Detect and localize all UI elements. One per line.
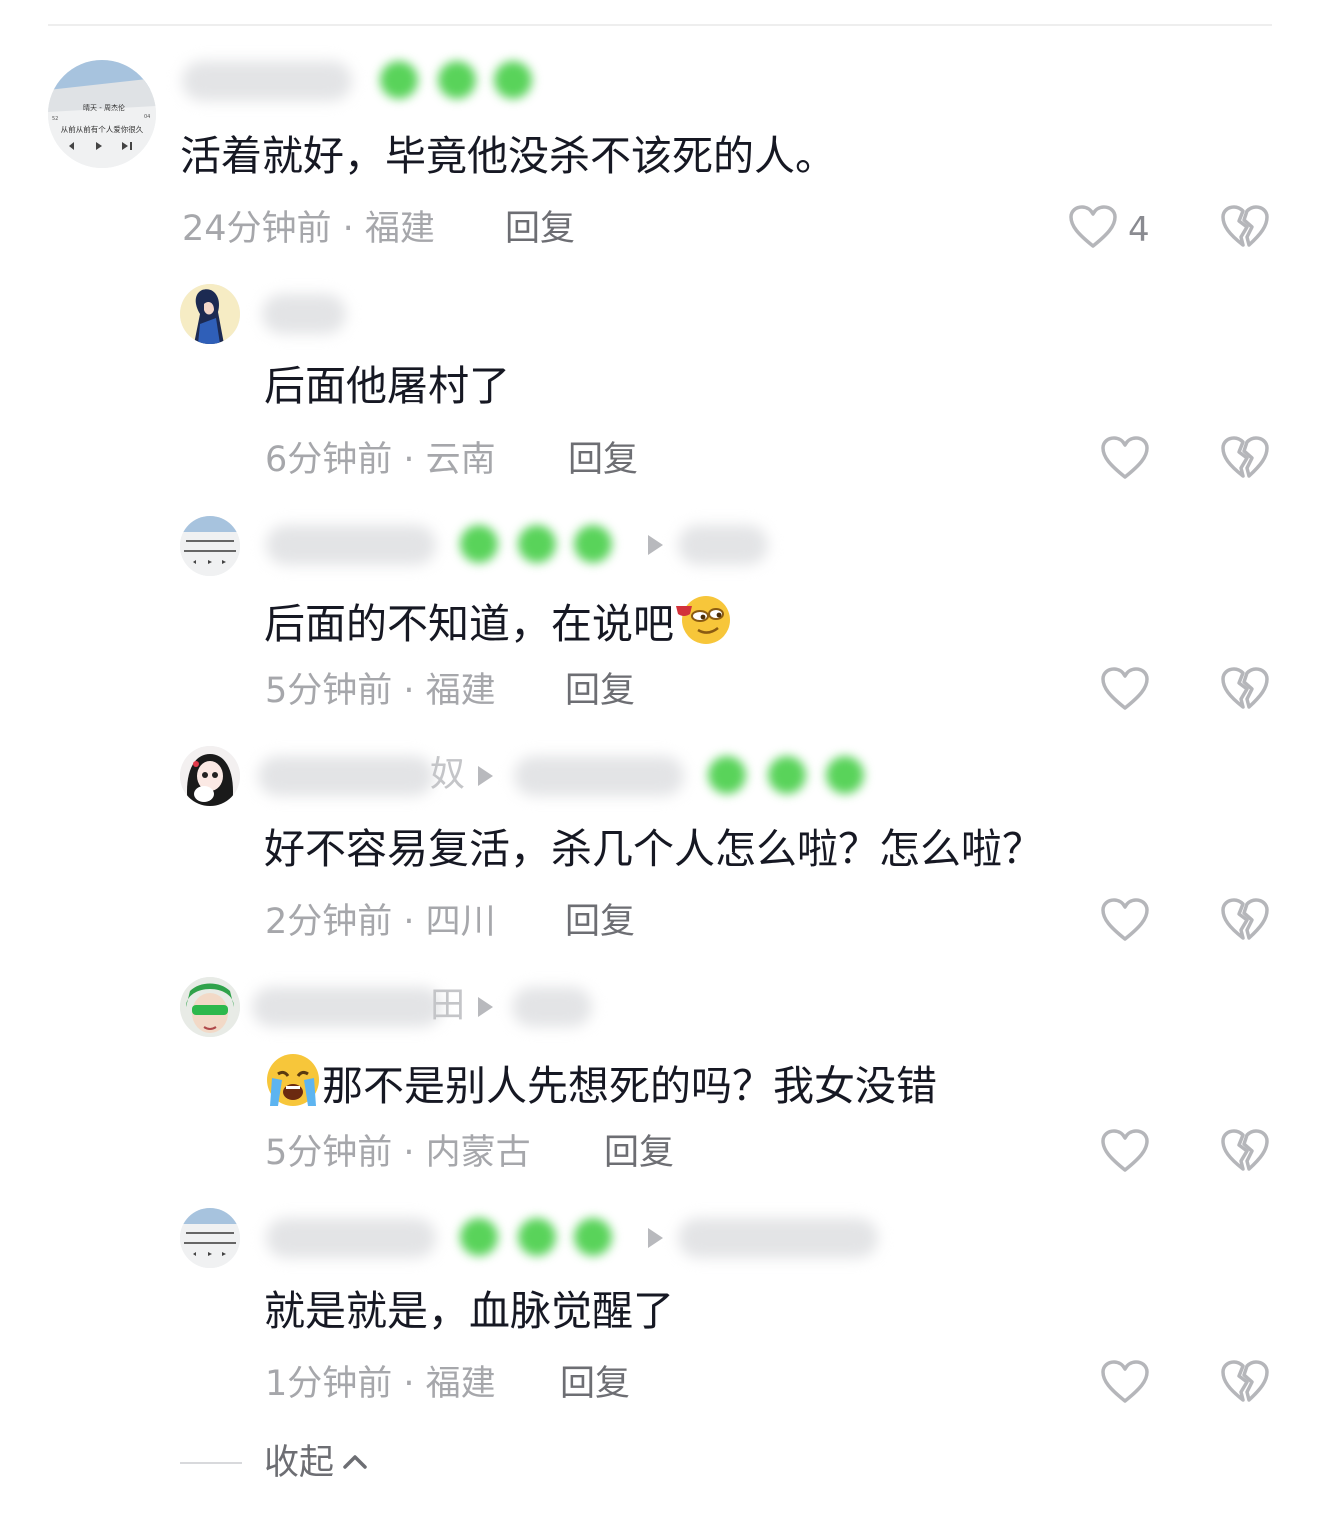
heart-outline-icon (1069, 205, 1117, 248)
like-button[interactable] (1100, 666, 1150, 712)
svg-text:04: 04 (144, 114, 150, 120)
reply-to-username-blurred (512, 987, 592, 1027)
username-visible-suffix: 田 (430, 986, 466, 1026)
like-button[interactable] (1100, 435, 1150, 481)
comment-time-location: 5分钟前 · 福建 (265, 671, 496, 711)
like-button[interactable] (1100, 897, 1150, 943)
username-row[interactable] (252, 1212, 892, 1262)
smirk-wine-emoji-icon (676, 596, 730, 644)
collapse-label: 收起 (264, 1443, 335, 1483)
comment-time-location: 2分钟前 · 四川 (265, 902, 496, 942)
avatar[interactable]: 晴天 - 周杰伦 从前从前有个人爱你很久 52 04 (48, 60, 156, 168)
heart-outline-icon (1101, 1360, 1149, 1403)
broken-heart-icon (1221, 436, 1269, 478)
reply-button[interactable]: 回复 (560, 1361, 630, 1407)
username-row[interactable] (170, 55, 570, 105)
comment-text-body: 后面的不知道，在说吧 (264, 600, 674, 648)
username-blurred (266, 525, 436, 565)
reply-to-username-blurred (678, 525, 768, 565)
avatar[interactable] (180, 746, 240, 806)
username-row[interactable] (252, 288, 372, 338)
comment-text: 那不是别人先想死的吗？我女没错 (264, 1052, 937, 1114)
reply-to-arrow-icon (648, 1228, 663, 1248)
username-blurred (262, 294, 346, 334)
avatar[interactable] (180, 284, 240, 344)
heart-outline-icon (1101, 667, 1149, 710)
username-visible-suffix: 奴 (430, 755, 466, 795)
comment-text: 就是就是，血脉觉醒了 (264, 1287, 674, 1335)
reply-to-arrow-icon (648, 535, 663, 555)
comment-text: 后面他屠村了 (264, 362, 510, 410)
badge-blurred (456, 1214, 626, 1262)
comment-text-body: 那不是别人先想死的吗？我女没错 (322, 1062, 937, 1110)
like-button[interactable] (1068, 204, 1118, 250)
heart-outline-icon (1101, 898, 1149, 941)
reply-button[interactable]: 回复 (505, 206, 575, 252)
heart-outline-icon (1101, 436, 1149, 479)
badge-blurred (376, 57, 546, 105)
reply-button[interactable]: 回复 (565, 899, 635, 945)
like-button[interactable] (1100, 1359, 1150, 1405)
dislike-button[interactable] (1220, 204, 1270, 250)
reply-to-arrow-icon (478, 766, 493, 786)
username-blurred (182, 61, 352, 101)
like-button[interactable] (1100, 1128, 1150, 1174)
collapse-divider (180, 1462, 242, 1464)
collapse-replies-button[interactable]: 收起 (264, 1440, 368, 1486)
avatar[interactable] (180, 977, 240, 1037)
avatar[interactable] (180, 516, 240, 576)
chevron-up-icon (343, 1455, 367, 1469)
badge-blurred (704, 752, 884, 800)
username-row[interactable] (252, 519, 782, 569)
svg-text:晴天 - 周杰伦: 晴天 - 周杰伦 (83, 103, 125, 112)
svg-text:52: 52 (52, 116, 58, 122)
username-blurred (258, 756, 434, 796)
comment-text: 后面的不知道，在说吧 (264, 590, 734, 652)
broken-heart-icon (1221, 1360, 1269, 1402)
comment-time-location: 6分钟前 · 云南 (265, 440, 496, 480)
dislike-button[interactable] (1220, 666, 1270, 712)
dislike-button[interactable] (1220, 1359, 1270, 1405)
comment-time-location: 1分钟前 · 福建 (265, 1364, 496, 1404)
dislike-button[interactable] (1220, 897, 1270, 943)
username-row[interactable]: 奴 (252, 750, 892, 800)
reply-to-arrow-icon (478, 997, 493, 1017)
reply-button[interactable]: 回复 (568, 437, 638, 483)
svg-text:从前从前有个人爱你很久: 从前从前有个人爱你很久 (61, 124, 144, 134)
broken-heart-icon (1221, 1129, 1269, 1171)
broken-heart-icon (1221, 667, 1269, 709)
badge-blurred (456, 521, 626, 569)
comment-text: 好不容易复活，杀几个人怎么啦？怎么啦？ (264, 825, 1043, 873)
heart-outline-icon (1101, 1129, 1149, 1172)
broken-heart-icon (1221, 898, 1269, 940)
comment-time-location: 24分钟前 · 福建 (182, 209, 435, 249)
broken-heart-icon (1221, 205, 1269, 247)
like-count: 4 (1128, 210, 1150, 250)
dislike-button[interactable] (1220, 1128, 1270, 1174)
crying-face-emoji-icon (267, 1054, 319, 1106)
dislike-button[interactable] (1220, 435, 1270, 481)
reply-button[interactable]: 回复 (565, 668, 635, 714)
username-blurred (266, 1218, 436, 1258)
username-row[interactable]: 田 (252, 981, 612, 1031)
reply-to-username-blurred (678, 1218, 878, 1258)
reply-to-username-blurred (514, 756, 684, 796)
comment-text: 活着就好，毕竟他没杀不该死的人。 (180, 132, 836, 180)
avatar[interactable] (180, 1208, 240, 1268)
username-blurred (252, 987, 442, 1027)
top-divider (48, 24, 1272, 26)
reply-button[interactable]: 回复 (604, 1130, 674, 1176)
comment-time-location: 5分钟前 · 内蒙古 (265, 1133, 531, 1173)
